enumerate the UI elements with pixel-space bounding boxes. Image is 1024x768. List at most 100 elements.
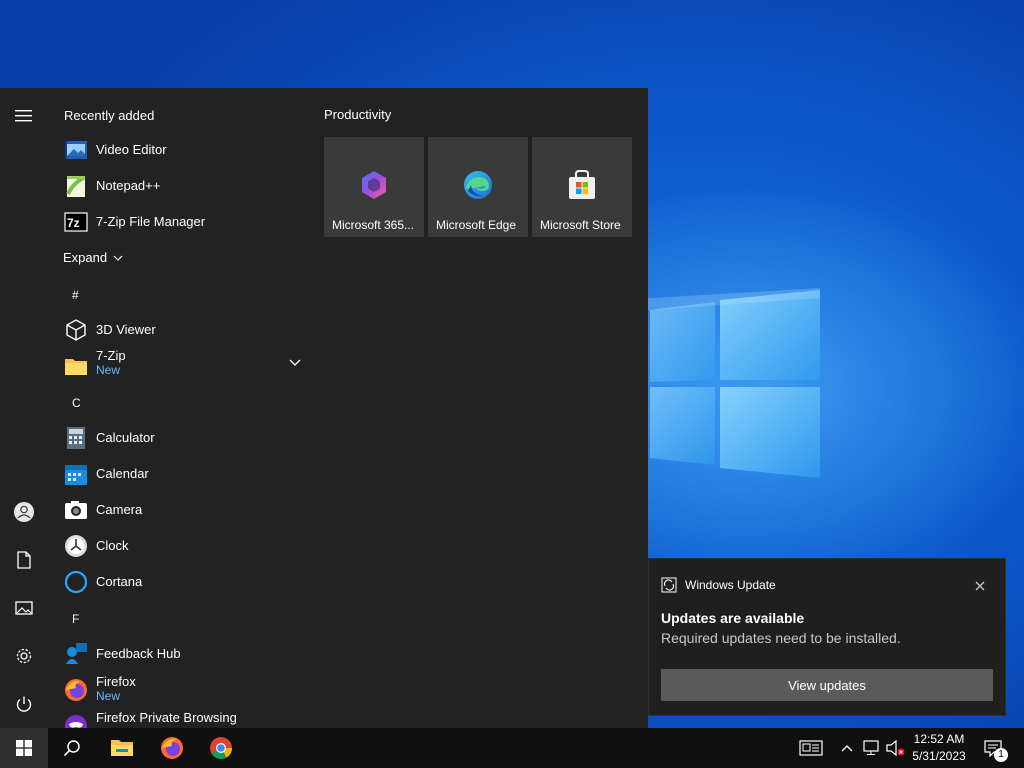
app-label: 7-Zip File Manager bbox=[96, 214, 206, 229]
document-icon bbox=[17, 551, 31, 569]
app-item-7zip-file-manager[interactable]: 7z 7-Zip File Manager bbox=[48, 204, 306, 240]
taskbar: 12:52 AM 5/31/2023 bbox=[0, 728, 1024, 768]
expand-button[interactable]: Expand bbox=[63, 248, 123, 268]
volume-button[interactable] bbox=[884, 738, 906, 758]
app-item-feedback-hub[interactable]: Feedback Hub bbox=[48, 636, 306, 672]
app-item-notepad-plus-plus[interactable]: Notepad++ bbox=[48, 168, 306, 204]
windows-update-toast[interactable]: Windows Update Updates are available Req… bbox=[648, 558, 1006, 716]
chevron-up-icon bbox=[841, 745, 853, 752]
chevron-down-icon[interactable] bbox=[288, 356, 302, 370]
documents-button[interactable] bbox=[0, 536, 48, 584]
firefox-taskbar-button[interactable] bbox=[148, 728, 196, 768]
svg-text:7z: 7z bbox=[67, 216, 80, 230]
app-item-camera[interactable]: Camera bbox=[48, 492, 306, 528]
app-item-clock[interactable]: Clock bbox=[48, 528, 306, 564]
feedback-hub-icon bbox=[64, 642, 88, 666]
windows-start-icon bbox=[16, 740, 32, 756]
cube-icon bbox=[64, 318, 88, 342]
app-label: Video Editor bbox=[96, 142, 167, 157]
windows-logo-wallpaper bbox=[620, 288, 820, 478]
news-interests-button[interactable] bbox=[798, 738, 824, 758]
app-item-video-editor[interactable]: Video Editor bbox=[48, 132, 306, 168]
show-hidden-icons-button[interactable] bbox=[836, 738, 858, 758]
tile-microsoft-edge[interactable]: Microsoft Edge bbox=[428, 137, 528, 237]
tile-microsoft-365[interactable]: Microsoft 365... bbox=[324, 137, 424, 237]
start-button[interactable] bbox=[0, 728, 48, 768]
firefox-icon bbox=[64, 678, 88, 702]
picture-icon bbox=[15, 601, 33, 615]
app-label: Cortana bbox=[96, 574, 143, 589]
tile-label: Microsoft Store bbox=[540, 218, 621, 232]
firefox-icon bbox=[161, 737, 183, 759]
store-icon bbox=[569, 170, 595, 199]
tile-label: Microsoft Edge bbox=[436, 218, 517, 232]
app-item-7zip-folder[interactable]: 7-Zip New bbox=[48, 346, 306, 382]
app-label: 3D Viewer bbox=[96, 322, 156, 337]
app-label: Firefox Private Browsing bbox=[96, 710, 237, 725]
app-label: 7-Zip bbox=[96, 348, 126, 363]
expand-label: Expand bbox=[63, 250, 108, 265]
camera-icon bbox=[64, 498, 88, 522]
section-header-hash[interactable]: # bbox=[72, 285, 79, 305]
app-label: Calculator bbox=[96, 430, 155, 445]
tile-group-title: Productivity bbox=[324, 107, 392, 122]
file-explorer-icon bbox=[111, 740, 133, 756]
folder-icon bbox=[64, 354, 88, 378]
chrome-icon bbox=[210, 737, 232, 759]
clock-time: 12:52 AM bbox=[913, 732, 965, 746]
app-label: Clock bbox=[96, 538, 129, 553]
app-item-3d-viewer[interactable]: 3D Viewer bbox=[48, 312, 306, 348]
calendar-icon bbox=[64, 462, 88, 486]
start-menu-rail bbox=[0, 88, 48, 728]
taskbar-clock[interactable]: 12:52 AM 5/31/2023 bbox=[906, 731, 972, 765]
recently-added-header: Recently added bbox=[64, 108, 155, 123]
file-explorer-button[interactable] bbox=[98, 728, 146, 768]
network-icon bbox=[863, 740, 879, 755]
tile-label: Microsoft 365... bbox=[332, 218, 415, 232]
firefox-private-icon bbox=[64, 714, 88, 728]
search-icon bbox=[63, 740, 80, 757]
power-icon bbox=[16, 696, 32, 712]
section-header-f[interactable]: F bbox=[72, 609, 79, 629]
toast-body: Required updates need to be installed. bbox=[661, 630, 901, 646]
settings-button[interactable] bbox=[0, 632, 48, 680]
account-button[interactable] bbox=[0, 488, 48, 536]
close-icon[interactable] bbox=[971, 577, 989, 595]
7zip-icon: 7z bbox=[64, 210, 88, 234]
view-updates-button[interactable]: View updates bbox=[661, 669, 993, 701]
app-item-calendar[interactable]: Calendar bbox=[48, 456, 306, 492]
user-avatar-icon bbox=[14, 502, 34, 522]
app-label: Notepad++ bbox=[96, 178, 161, 193]
pictures-button[interactable] bbox=[0, 584, 48, 632]
volume-muted-icon bbox=[886, 740, 905, 756]
tile-microsoft-store[interactable]: Microsoft Store bbox=[532, 137, 632, 237]
refresh-icon bbox=[661, 577, 677, 593]
calculator-icon bbox=[64, 426, 88, 450]
gear-icon bbox=[16, 648, 32, 664]
app-item-cortana[interactable]: Cortana bbox=[48, 564, 306, 600]
app-list: Recently added Video Editor Notepad++ 7z… bbox=[48, 88, 312, 728]
notification-count-badge: 1 bbox=[994, 748, 1008, 762]
chevron-down-icon bbox=[113, 255, 123, 261]
cortana-icon bbox=[64, 570, 88, 594]
app-item-calculator[interactable]: Calculator bbox=[48, 420, 306, 456]
app-label: Feedback Hub bbox=[96, 646, 181, 661]
network-button[interactable] bbox=[860, 738, 882, 758]
hamburger-icon bbox=[15, 110, 32, 122]
chrome-taskbar-button[interactable] bbox=[197, 728, 245, 768]
clock-icon bbox=[64, 534, 88, 558]
section-header-c[interactable]: C bbox=[72, 393, 81, 413]
toast-app-name: Windows Update bbox=[685, 578, 776, 592]
app-label: Calendar bbox=[96, 466, 149, 481]
power-button[interactable] bbox=[0, 680, 48, 728]
search-button[interactable] bbox=[48, 728, 96, 768]
app-item-firefox-private[interactable]: Firefox Private Browsing bbox=[48, 708, 306, 728]
app-item-firefox[interactable]: Firefox New bbox=[48, 672, 306, 708]
app-label: Camera bbox=[96, 502, 143, 517]
hamburger-menu-button[interactable] bbox=[0, 92, 48, 140]
app-label: Firefox bbox=[96, 674, 136, 689]
microsoft-365-icon bbox=[362, 171, 386, 199]
news-icon bbox=[799, 740, 823, 756]
clock-date: 5/31/2023 bbox=[912, 749, 966, 763]
new-badge: New bbox=[96, 689, 121, 703]
